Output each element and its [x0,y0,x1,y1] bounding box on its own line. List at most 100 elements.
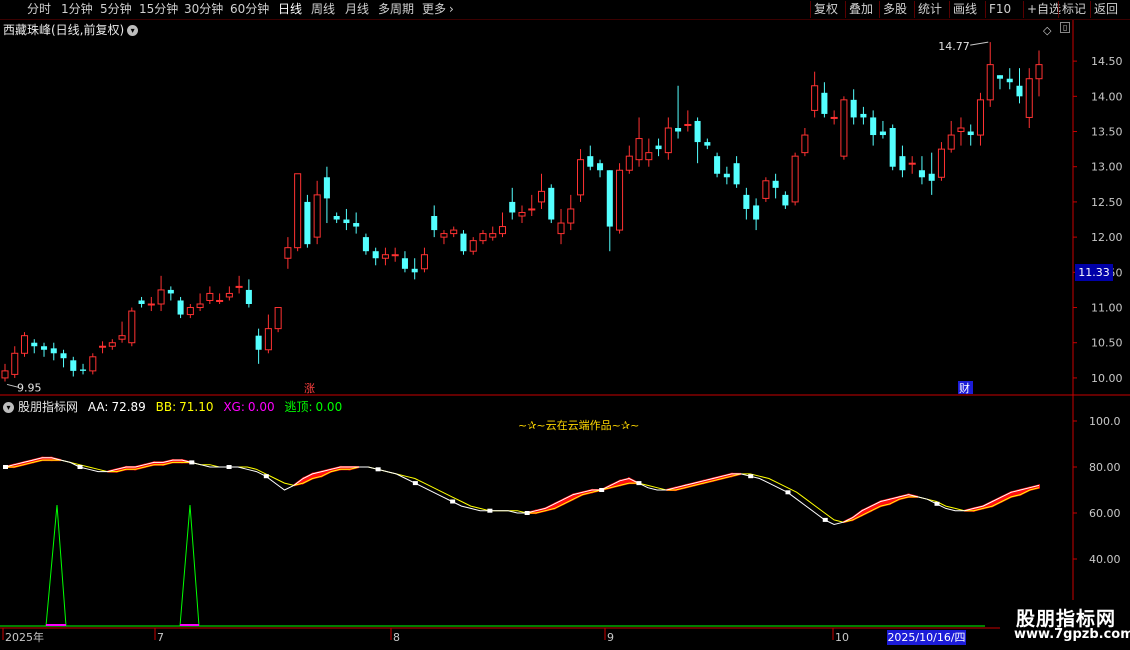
candle-body-56 [548,187,555,220]
candle-body-62 [606,170,613,227]
xg-value: 0.00 [247,400,275,414]
candle-body-100 [976,99,984,136]
indicator-title: ▾ 股朋指标网 AA: 72.89 BB: 71.10 XG: 0.00 逃顶: 0.00 [3,398,342,415]
high-marker-arrow [970,41,989,46]
aa-dot-8 [77,465,83,469]
candle-body-97 [947,134,955,150]
indicator-name: 股朋指标网 [18,400,79,414]
candle-body-22 [216,299,224,302]
candle-body-95 [928,173,935,181]
ind-tick-label-3: 40.00 [1089,553,1121,566]
candle-body-25 [245,289,252,304]
tp-label: 逃顶: [284,400,313,414]
price-tick-label-2: 13.50 [1091,126,1123,139]
candle-body-87 [850,99,857,118]
candle-body-19 [186,307,194,316]
candle-body-1 [11,352,19,375]
date-label-2: 8 [393,631,400,644]
candle-body-68 [664,127,672,154]
price-tick-label-8: 10.50 [1091,337,1123,350]
tp-value: 0.00 [315,400,343,414]
candle-body-44 [431,216,438,231]
candle-body-40 [391,254,399,257]
candle-body-29 [284,247,292,259]
candle-body-12 [118,335,126,340]
candle-body-35 [343,219,350,224]
ind-tick-label-0: 100.0 [1089,415,1121,428]
brand-url: www.7gpzb.com [1014,627,1130,642]
candle-body-86 [840,99,848,157]
candle-body-9 [89,356,97,372]
candle-body-90 [879,131,886,136]
candle-body-57 [557,222,565,235]
candle-body-52 [509,201,516,213]
candle-body-20 [196,303,204,309]
candle-body-83 [811,85,819,111]
candle-body-92 [899,156,906,171]
candle-body-79 [772,180,779,188]
candle-body-49 [479,233,487,242]
candle-body-33 [323,177,330,199]
candle-body-18 [177,300,184,315]
candle-body-99 [967,131,974,136]
band-fill-92 [861,504,873,517]
candle-body-64 [625,155,633,171]
price-tick-label-3: 13.00 [1091,161,1123,174]
candle-body-69 [675,128,682,132]
band-fill-107 [1000,490,1013,504]
candle-body-55 [537,190,546,203]
candle-body-74 [723,173,730,178]
date-label-1: 7 [157,631,164,644]
candle-body-47 [460,233,467,252]
aa-dot-0 [3,465,8,469]
author-credit: ~✰~云在云端作品~✰~ [518,419,640,432]
band-fill-106 [991,495,1003,508]
candle-body-28 [274,307,282,330]
band-fill-59 [553,497,565,511]
price-tick-label-0: 14.50 [1091,55,1123,68]
candle-body-17 [167,289,174,294]
candle-body-45 [440,233,448,238]
candle-body-67 [655,145,662,150]
candle-body-5 [50,348,57,354]
candle-body-42 [411,268,418,273]
candle-body-85 [830,116,838,119]
candle-body-0 [1,370,9,379]
candle-body-24 [235,285,243,288]
brand-watermark: 股朋指标网 www.7gpzb.com [1000,600,1130,650]
indicator-menu-icon[interactable]: ▾ [3,402,14,413]
candle-body-15 [147,303,155,306]
band-fill-60 [562,492,575,506]
aa-dot-64 [599,488,605,492]
bb-label: BB: [155,400,177,414]
candle-body-94 [918,170,925,178]
xg-label: XG: [223,400,245,414]
candle-body-61 [597,163,604,171]
band-fill-32 [302,472,314,485]
ind-tick-label-2: 60.00 [1089,507,1121,520]
candle-body-27 [264,328,272,351]
candle-body-7 [70,360,77,371]
candle-body-75 [733,163,740,185]
date-label-4: 10 [835,631,849,644]
candle-body-71 [694,120,701,143]
candle-body-65 [635,138,643,161]
price-tick-label-1: 14.00 [1091,90,1123,103]
candle-body-89 [870,117,877,136]
candle-body-60 [587,156,594,167]
candle-body-39 [381,254,389,259]
price-tick-label-4: 12.50 [1091,196,1123,209]
price-tick-label-7: 11.00 [1091,302,1123,315]
aa-dot-20 [189,460,195,465]
candle-body-14 [138,300,145,304]
candle-body-72 [704,142,711,146]
candle-body-54 [528,208,536,211]
candle-body-93 [908,162,916,165]
candle-body-50 [489,233,497,238]
aa-dot-56 [524,511,530,515]
candle-body-84 [821,92,828,114]
aa-dot-40 [375,467,381,472]
low-marker-label: 9.95 [17,381,42,394]
kline-chart: 14.5014.0013.5013.0012.5012.0011.5011.00… [0,20,1130,650]
candle-body-37 [362,237,369,252]
